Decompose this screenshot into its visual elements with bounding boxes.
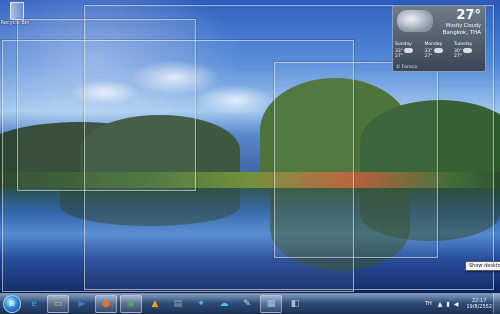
start-button[interactable]: ⊞ <box>3 295 21 313</box>
taskbar: ⊞ e ▭ ▶ ● ◉ ▲ ▤ ✦ ☁ ✎ ▦ ◧ TH ▲ ▮ ◀ 22:17 19/8/2552 <box>0 293 500 314</box>
app-icon-5[interactable]: ▦ <box>260 295 282 313</box>
show-desktop-button[interactable] <box>493 293 500 313</box>
volume-icon[interactable]: ◀ <box>454 301 459 308</box>
weather-condition: Mostly Cloudy <box>445 23 481 29</box>
forecast-day-name: Monday <box>424 42 443 47</box>
forecast-day-name: Sunday <box>395 42 412 47</box>
cloudy-weather-icon <box>397 10 433 32</box>
ie-icon[interactable]: e <box>24 296 44 312</box>
forecast-row: Sunday 33° 27° Monday 33° 27° Tuesday 30… <box>395 42 483 60</box>
vlc-icon[interactable]: ▲ <box>145 296 165 312</box>
forecast-high: 33° <box>424 48 433 54</box>
forecast-day: Tuesday 30° 27° <box>454 42 483 60</box>
cloud-icon <box>433 47 443 53</box>
cloud-icon <box>463 47 473 53</box>
weather-provider: © Foreca <box>396 65 417 70</box>
network-icon[interactable]: ▮ <box>446 301 449 308</box>
window-frame[interactable] <box>274 62 438 258</box>
forecast-low: 27° <box>454 54 462 59</box>
system-tray: TH ▲ ▮ ◀ 22:17 19/8/2552 <box>425 294 492 314</box>
clock[interactable]: 22:17 19/8/2552 <box>466 298 492 310</box>
chrome-icon[interactable]: ◉ <box>120 295 142 313</box>
app-icon-4[interactable]: ✎ <box>237 296 257 312</box>
app-icon-3[interactable]: ☁ <box>214 296 234 312</box>
app-icon-1[interactable]: ▤ <box>168 296 188 312</box>
language-indicator[interactable]: TH <box>425 301 432 307</box>
forecast-high: 30° <box>454 48 462 54</box>
recycle-bin-icon <box>10 2 24 20</box>
forecast-low: 27° <box>395 54 403 59</box>
forecast-day-name: Tuesday <box>454 42 473 47</box>
recycle-bin[interactable]: Recycle Bin <box>1 2 30 26</box>
pinned-apps: e ▭ ▶ ● ◉ ▲ ▤ ✦ ☁ ✎ ▦ ◧ <box>21 295 305 313</box>
cloud-icon <box>404 47 414 53</box>
weather-location: Bangkok, THA <box>442 30 481 36</box>
forecast-day: Monday 33° 27° <box>425 42 454 60</box>
explorer-icon[interactable]: ▭ <box>47 295 69 313</box>
weather-gadget[interactable]: 27° Mostly Cloudy Bangkok, THA Sunday 33… <box>392 5 486 72</box>
media-player-icon[interactable]: ▶ <box>72 296 92 312</box>
app-icon-2[interactable]: ✦ <box>191 296 211 312</box>
forecast-day: Sunday 33° 27° <box>395 42 424 60</box>
forecast-low: 27° <box>424 54 433 59</box>
app-icon-6[interactable]: ◧ <box>285 296 305 312</box>
forecast-high: 33° <box>395 48 403 54</box>
show-desktop-tooltip: Show desktop <box>465 261 500 271</box>
current-temperature: 27° <box>456 8 481 23</box>
clock-date: 19/8/2552 <box>466 304 492 310</box>
recycle-bin-label: Recycle Bin <box>0 20 30 26</box>
arrow-up-icon[interactable]: ▲ <box>438 301 443 308</box>
firefox-icon[interactable]: ● <box>95 295 117 313</box>
